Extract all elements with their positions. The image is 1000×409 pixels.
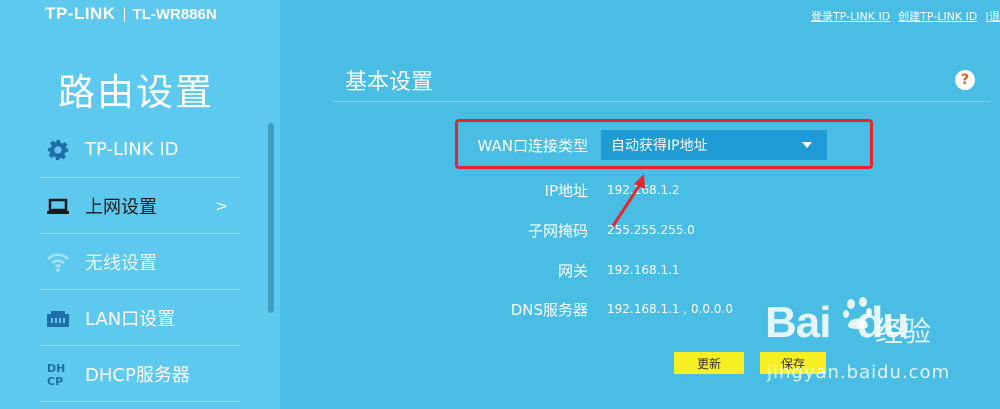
subnet-value: 255.255.255.0 — [607, 223, 695, 237]
sidebar-item-label: DHCP服务器 — [85, 364, 190, 386]
sidebar-item-internet[interactable]: 上网设置 > — [40, 178, 240, 234]
subnet-label: 子网掩码 — [527, 222, 588, 240]
sidebar-item-label: LAN口设置 — [85, 308, 176, 330]
sidebar-title: 路由设置 — [58, 71, 214, 114]
paw-icon — [843, 296, 873, 334]
refresh-button[interactable]: 更新 — [674, 352, 744, 374]
watermark-brand: Bai du — [765, 298, 909, 347]
highlight-box — [455, 119, 873, 169]
dhcp-icon: DH CP — [45, 361, 71, 387]
watermark-site: 经验 — [875, 315, 932, 348]
chevron-right-icon: > — [215, 196, 228, 215]
page-title: 基本设置 — [345, 70, 434, 95]
sidebar-item-dhcp[interactable]: DH CP DHCP服务器 — [40, 346, 240, 402]
save-button[interactable]: 保存 — [760, 352, 826, 374]
gateway-value: 192.168.1.1 — [607, 263, 680, 277]
create-account-link[interactable]: 创建TP-LINK ID — [898, 8, 977, 24]
laptop-icon — [45, 193, 71, 219]
brand: TP-LINK TL-WR886N — [45, 3, 217, 25]
sidebar-item-wireless[interactable]: 无线设置 — [40, 234, 240, 290]
baidu-watermark: Bai du 经验 jingyan.baidu.com — [765, 292, 995, 402]
svg-text:DH: DH — [47, 362, 65, 375]
lan-port-icon — [45, 305, 71, 331]
title-divider — [333, 101, 991, 102]
svg-text:CP: CP — [47, 375, 63, 387]
dns-value: 192.168.1.1 , 0.0.0.0 — [607, 302, 733, 316]
ip-value: 192.168.1.2 — [607, 183, 680, 197]
sidebar-menu: TP-LINK ID 上网设置 > 无线设置 LAN口设置 DHCP DHCP — [0, 122, 268, 402]
sidebar-item-label: 无线设置 — [85, 252, 157, 274]
sidebar-item-lan[interactable]: LAN口设置 — [40, 290, 240, 346]
sidebar-scrollbar[interactable] — [268, 123, 274, 313]
sidebar: TP-LINK TL-WR886N 路由设置 TP-LINK ID 上网设置 >… — [0, 0, 280, 409]
ip-label: IP地址 — [544, 182, 588, 200]
gear-icon — [45, 137, 71, 163]
model-name: TL-WR886N — [132, 5, 217, 23]
dns-label: DNS服务器 — [510, 301, 588, 319]
sidebar-item-label: 上网设置 — [85, 196, 157, 218]
sidebar-item-tplink-id[interactable]: TP-LINK ID — [40, 122, 240, 178]
exit-link[interactable]: |退 — [985, 8, 1000, 24]
gateway-label: 网关 — [557, 262, 588, 280]
brand-logo: TP-LINK — [45, 4, 116, 23]
header-links: 登录TP-LINK ID 创建TP-LINK ID |退 — [811, 8, 1000, 24]
brand-divider — [123, 6, 125, 22]
wifi-icon — [45, 249, 71, 275]
help-icon[interactable]: ? — [955, 70, 975, 90]
login-link[interactable]: 登录TP-LINK ID — [811, 8, 890, 24]
sidebar-item-label: TP-LINK ID — [85, 139, 179, 160]
